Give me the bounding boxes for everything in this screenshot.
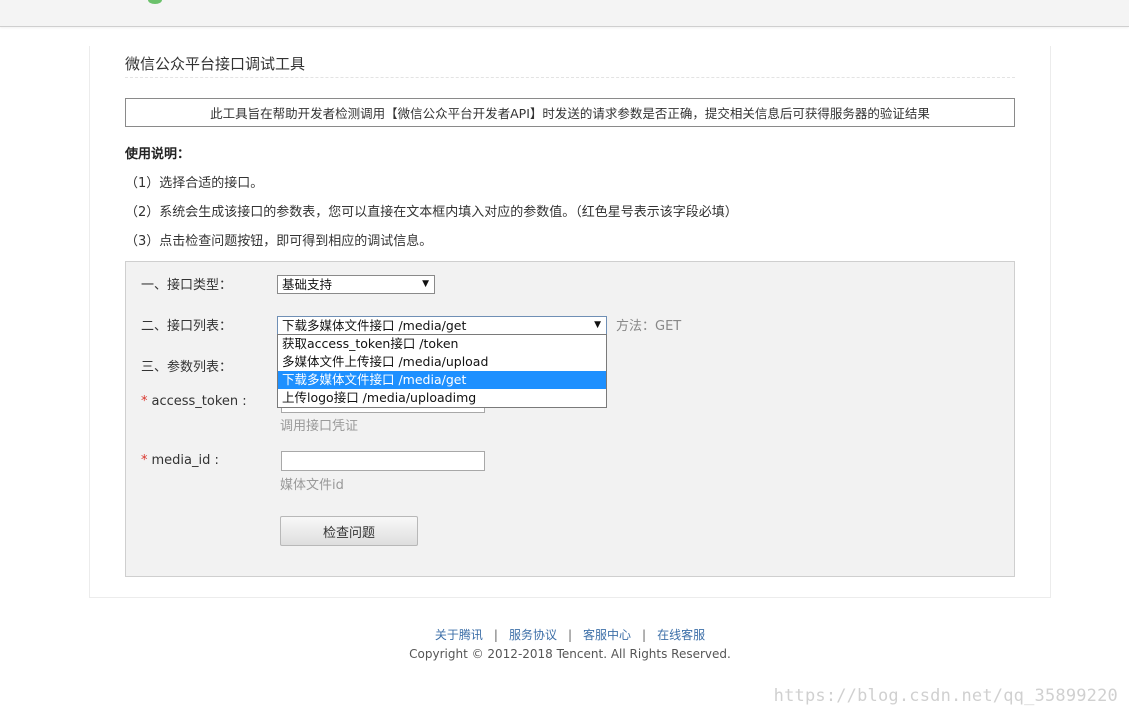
params-label: 三、参数列表：: [141, 360, 233, 375]
media-id-name: media_id :: [151, 453, 219, 468]
interface-list-value: 下载多媒体文件接口 /media/get: [282, 318, 467, 333]
usage-step-1: （1）选择合适的接口。: [125, 176, 264, 191]
interface-type-select[interactable]: 基础支持 ▼: [277, 275, 435, 294]
interface-list-dropdown: 获取access_token接口 /token 多媒体文件上传接口 /media…: [277, 334, 607, 408]
footer-separator: |: [642, 628, 647, 642]
method-label: 方法：GET: [616, 319, 682, 334]
media-id-label: * media_id :: [141, 453, 219, 468]
required-asterisk: *: [141, 453, 148, 468]
page-title: 微信公众平台接口调试工具: [125, 55, 306, 73]
media-id-input[interactable]: [281, 451, 485, 471]
usage-heading: 使用说明：: [125, 147, 191, 162]
dropdown-option-uploadimg[interactable]: 上传logo接口 /media/uploadimg: [278, 389, 606, 407]
footer-links: 关于腾讯 | 服务协议 | 客服中心 | 在线客服: [0, 626, 1129, 643]
check-problem-button[interactable]: 检查问题: [280, 516, 418, 546]
footer-link-terms[interactable]: 服务协议: [509, 628, 557, 642]
chevron-down-icon: ▼: [422, 279, 429, 289]
required-asterisk: *: [141, 394, 148, 409]
notice-text: 此工具旨在帮助开发者检测调用【微信公众平台开发者API】时发送的请求参数是否正确…: [210, 106, 930, 121]
chevron-down-icon: ▼: [594, 320, 601, 330]
form-box: [125, 261, 1015, 577]
access-token-label: * access_token :: [141, 394, 247, 409]
logo-icon: [148, 0, 162, 4]
footer-separator: |: [567, 628, 573, 642]
media-id-hint: 媒体文件id: [280, 478, 344, 493]
interface-list-label: 二、接口列表：: [141, 319, 233, 334]
usage-step-3: （3）点击检查问题按钮，即可得到相应的调试信息。: [125, 234, 433, 249]
interface-list-select[interactable]: 下载多媒体文件接口 /media/get ▼: [277, 316, 607, 335]
footer-separator: |: [493, 628, 498, 642]
interface-type-label: 一、接口类型：: [141, 278, 233, 293]
footer-link-online-service[interactable]: 在线客服: [657, 628, 705, 642]
access-token-hint: 调用接口凭证: [280, 419, 359, 434]
usage-step-2: （2）系统会生成该接口的参数表，您可以直接在文本框内填入对应的参数值。（红色星号…: [125, 205, 738, 220]
watermark-text: https://blog.csdn.net/qq_35899220: [773, 686, 1118, 706]
interface-type-value: 基础支持: [282, 277, 333, 292]
footer-link-about[interactable]: 关于腾讯: [435, 628, 483, 642]
access-token-name: access_token :: [151, 394, 247, 409]
footer-link-support[interactable]: 客服中心: [583, 628, 631, 642]
dropdown-option-media-get[interactable]: 下载多媒体文件接口 /media/get: [278, 371, 606, 389]
copyright-text: Copyright © 2012-2018 Tencent. All Right…: [409, 647, 731, 661]
title-divider: [125, 77, 1015, 78]
top-bar: [0, 0, 1129, 27]
dropdown-option-media-upload[interactable]: 多媒体文件上传接口 /media/upload: [278, 353, 606, 371]
notice-box: 此工具旨在帮助开发者检测调用【微信公众平台开发者API】时发送的请求参数是否正确…: [125, 98, 1015, 127]
dropdown-option-token[interactable]: 获取access_token接口 /token: [278, 335, 606, 353]
